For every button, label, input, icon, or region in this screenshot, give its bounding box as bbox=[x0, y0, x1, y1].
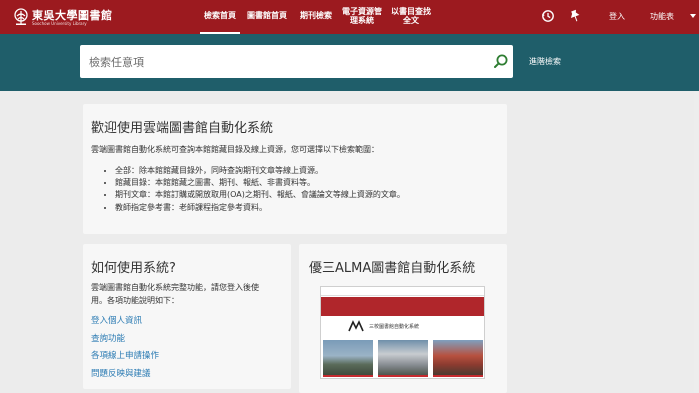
nav-journal-search[interactable]: 期刊檢索 bbox=[298, 0, 334, 34]
search-input[interactable] bbox=[89, 52, 479, 72]
alma-title: 優三ALMA圖書館自動化系統 bbox=[309, 261, 476, 276]
alma-preview-image[interactable]: 三校圖書館自動化系統 bbox=[320, 286, 485, 379]
howto-intro-line2: 用。各項功能說明如下： bbox=[91, 296, 179, 305]
chevron-down-icon[interactable] bbox=[690, 14, 696, 18]
advanced-search-link[interactable]: 進階檢索 bbox=[529, 56, 561, 67]
pin-icon[interactable] bbox=[568, 9, 582, 23]
list-item: 教師指定參考書：老師課程指定參考資料。 bbox=[115, 202, 405, 214]
link-search-features[interactable]: 查詢功能 bbox=[91, 332, 125, 344]
library-tree-logo-icon[interactable] bbox=[12, 8, 30, 26]
welcome-intro: 雲端圖書館自動化系統可查詢本館館藏目錄及線上資源，您可選擇以下檢索範圍： bbox=[91, 145, 379, 154]
link-feedback[interactable]: 問題反映與建議 bbox=[91, 367, 151, 379]
campus-photo bbox=[378, 340, 428, 377]
campus-photo bbox=[433, 340, 483, 377]
nav-fulltext-finder[interactable]: 以書目查找 全文 bbox=[390, 0, 432, 34]
nav-search-home[interactable]: 檢索首頁 bbox=[200, 0, 240, 34]
search-icon[interactable] bbox=[493, 53, 509, 69]
link-online-requests[interactable]: 各項線上申請操作 bbox=[91, 349, 159, 361]
alma-logo-icon bbox=[348, 320, 364, 332]
link-login-info[interactable]: 登入個人資訊 bbox=[91, 314, 142, 326]
scope-list: 全部：除本館館藏目錄外，同時查詢期刊文章等線上資源。 館藏目錄：本館館藏之圖書、… bbox=[101, 165, 405, 214]
preview-title: 三校圖書館自動化系統 bbox=[369, 324, 420, 330]
menu-button[interactable]: 功能表 bbox=[650, 11, 674, 22]
list-item: 期刊文章：本館訂購或開放取用(OA)之期刊、報紙、會議論文等線上資源的文章。 bbox=[115, 189, 405, 201]
howto-title: 如何使用系統? bbox=[91, 261, 176, 276]
preview-topbar bbox=[321, 287, 484, 296]
nav-eresource-management[interactable]: 電子資源管 理系統 bbox=[341, 0, 383, 34]
search-box bbox=[80, 45, 513, 78]
scrollbar[interactable] bbox=[694, 91, 699, 393]
campus-photo bbox=[323, 340, 373, 377]
logo-subtitle: Soochow University Library bbox=[32, 21, 87, 26]
search-band: 進階檢索 bbox=[0, 34, 699, 91]
list-item: 館藏目錄：本館館藏之圖書、期刊、報紙、非書資料等。 bbox=[115, 177, 405, 189]
preview-banner bbox=[321, 297, 484, 316]
top-bar: 東吳大學圖書館 Soochow University Library 檢索首頁 … bbox=[0, 0, 699, 34]
list-item: 全部：除本館館藏目錄外，同時查詢期刊文章等線上資源。 bbox=[115, 165, 405, 177]
howto-intro-line1: 雲端圖書館自動化系統完整功能，請您登入後使 bbox=[91, 283, 259, 292]
welcome-title: 歡迎使用雲端圖書館自動化系統 bbox=[91, 121, 274, 136]
login-link[interactable]: 登入 bbox=[609, 11, 625, 22]
nav-library-home[interactable]: 圖書館首頁 bbox=[245, 0, 289, 34]
history-icon[interactable] bbox=[541, 9, 555, 23]
